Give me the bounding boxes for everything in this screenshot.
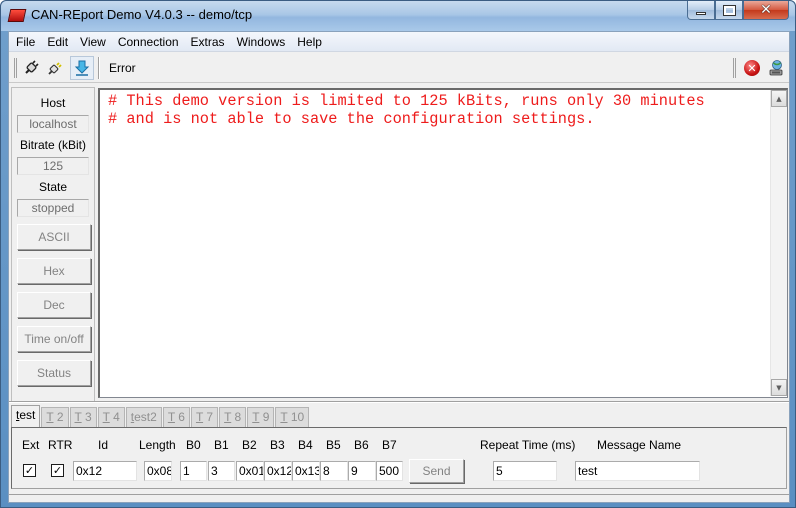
b4-label: B4 <box>298 438 313 452</box>
length-label: Length <box>139 438 176 452</box>
ext-checkbox[interactable]: ✓ <box>23 464 36 477</box>
ext-label: Ext <box>22 438 40 452</box>
panel-splitter[interactable] <box>9 401 789 403</box>
message-name-label: Message Name <box>597 438 682 452</box>
stop-error-icon: ✕ <box>744 60 760 76</box>
app-logo-icon <box>7 9 27 22</box>
connect-icon <box>25 60 39 74</box>
hex-button[interactable]: Hex <box>17 258 91 284</box>
tab-7[interactable]: T 7 <box>190 407 219 427</box>
rtr-label: RTR <box>48 438 73 452</box>
b7-label: B7 <box>382 438 397 452</box>
download-arrow-icon <box>74 60 90 76</box>
message-console[interactable]: # This demo version is limited to 125 kB… <box>98 88 788 398</box>
menu-bar: File Edit View Connection Extras Windows… <box>9 32 789 52</box>
menu-windows[interactable]: Windows <box>231 32 292 52</box>
disconnect-icon <box>48 62 62 75</box>
menu-help[interactable]: Help <box>291 32 328 52</box>
console-line: # This demo version is limited to 125 kB… <box>108 92 705 110</box>
send-message-panel: Ext RTR Id Length B0 B1 B2 B3 B4 B5 B6 B… <box>11 427 787 489</box>
b5-label: B5 <box>326 438 341 452</box>
toolbar-grip[interactable] <box>14 58 17 78</box>
menu-edit[interactable]: Edit <box>41 32 74 52</box>
toolbar-separator <box>98 57 100 79</box>
message-name-input[interactable]: test <box>575 461 700 481</box>
scroll-up-button[interactable]: ▲ <box>771 90 787 107</box>
vertical-scrollbar[interactable]: ▲ ▼ <box>770 90 787 396</box>
stop-error-button[interactable]: ✕ <box>740 56 764 80</box>
tab-3[interactable]: T 3 <box>69 407 97 427</box>
menu-file[interactable]: File <box>9 32 41 52</box>
menu-extras[interactable]: Extras <box>185 32 231 52</box>
connection-sidebar: Host localhost Bitrate (kBit) 125 State … <box>11 87 95 403</box>
repeat-time-input[interactable]: 5 <box>493 461 557 481</box>
bitrate-label: Bitrate (kBit) <box>19 138 86 152</box>
status-strip <box>9 494 789 502</box>
length-input[interactable]: 0x08 <box>144 461 172 481</box>
state-label: State <box>38 180 68 194</box>
byte-0-input[interactable]: 1 <box>180 461 207 481</box>
tab-test2[interactable]: test2 <box>125 407 162 427</box>
minimize-icon <box>696 11 706 15</box>
window-title: CAN-REport Demo V4.0.3 -- demo/tcp <box>31 7 253 22</box>
id-input[interactable]: 0x12 <box>73 461 137 481</box>
id-label: Id <box>98 438 109 452</box>
send-button[interactable]: Send <box>409 459 464 483</box>
byte-2-input[interactable]: 0x01 <box>236 461 264 481</box>
byte-3-input[interactable]: 0x12 <box>264 461 292 481</box>
state-field: stopped <box>17 199 89 217</box>
status-button[interactable]: Status <box>17 360 91 386</box>
console-line: # and is not able to save the configurat… <box>108 110 595 128</box>
close-icon: ✕ <box>760 2 772 18</box>
title-bar[interactable]: CAN-REport Demo V4.0.3 -- demo/tcp ✕ <box>1 1 795 31</box>
tab-6[interactable]: T 6 <box>162 407 190 427</box>
network-user-button[interactable] <box>764 56 788 80</box>
tab-10[interactable]: T 10 <box>275 407 310 427</box>
b0-label: B0 <box>186 438 201 452</box>
rtr-checkbox[interactable]: ✓ <box>51 464 64 477</box>
toolbar: Error ✕ <box>9 53 789 83</box>
byte-1-input[interactable]: 3 <box>208 461 235 481</box>
tab-4[interactable]: T 4 <box>97 407 125 427</box>
byte-7-input[interactable]: 500 <box>376 461 403 481</box>
bitrate-field: 125 <box>17 157 89 175</box>
download-button[interactable] <box>70 56 94 80</box>
connect-button[interactable] <box>19 56 43 80</box>
b6-label: B6 <box>354 438 369 452</box>
b1-label: B1 <box>214 438 229 452</box>
tab-8[interactable]: T 8 <box>219 407 247 427</box>
message-tabs: test T 2 T 3 T 4 test2 T 6 T 7 T 8 T 9 T… <box>11 405 310 427</box>
repeat-time-label: Repeat Time (ms) <box>480 438 576 452</box>
host-label: Host <box>40 96 66 110</box>
byte-5-input[interactable]: 8 <box>320 461 348 481</box>
dec-button[interactable]: Dec <box>17 292 91 318</box>
b2-label: B2 <box>242 438 257 452</box>
tab-9[interactable]: T 9 <box>247 407 275 427</box>
status-label: Error <box>109 61 136 75</box>
host-field: localhost <box>17 115 89 133</box>
menu-connection[interactable]: Connection <box>112 32 185 52</box>
client-area: File Edit View Connection Extras Windows… <box>8 31 790 503</box>
disconnect-button[interactable] <box>43 56 67 80</box>
ascii-button[interactable]: ASCII <box>17 224 91 250</box>
time-toggle-button[interactable]: Time on/off <box>17 326 91 352</box>
menu-view[interactable]: View <box>74 32 112 52</box>
maximize-button[interactable] <box>715 1 743 20</box>
tab-2[interactable]: T 2 <box>41 407 69 427</box>
toolbar-grip-right[interactable] <box>733 58 736 78</box>
byte-4-input[interactable]: 0x13 <box>292 461 320 481</box>
minimize-button[interactable] <box>687 1 715 20</box>
scroll-down-button[interactable]: ▼ <box>771 379 787 396</box>
app-window: CAN-REport Demo V4.0.3 -- demo/tcp ✕ Fil… <box>0 0 796 508</box>
maximize-icon <box>722 4 736 16</box>
close-button[interactable]: ✕ <box>743 1 789 20</box>
b3-label: B3 <box>270 438 285 452</box>
network-user-icon <box>769 60 783 76</box>
byte-6-input[interactable]: 9 <box>348 461 376 481</box>
tab-test[interactable]: test <box>11 405 41 427</box>
